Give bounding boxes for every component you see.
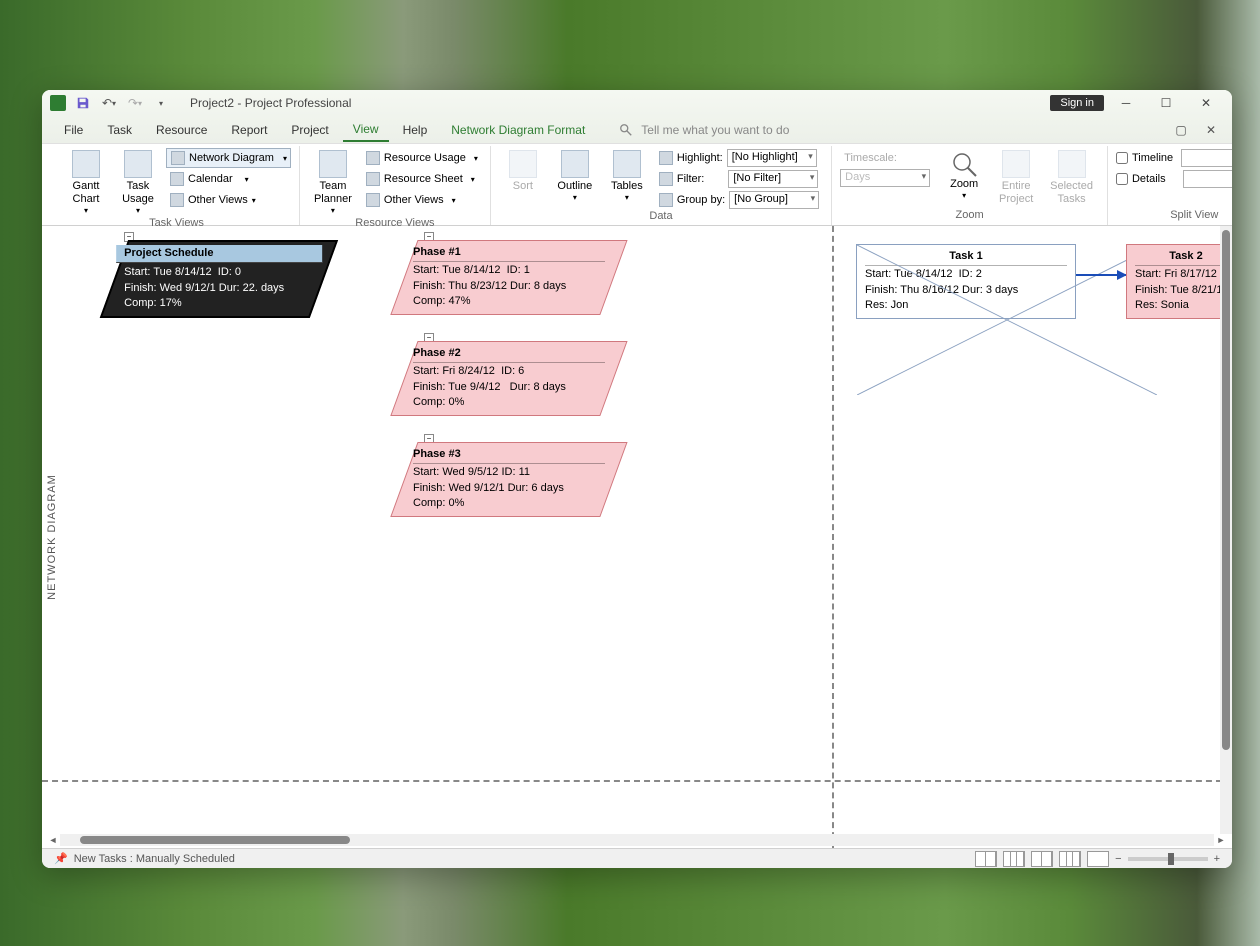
redo-button[interactable]: ↷▾ (126, 94, 144, 112)
app-name: Project Professional (245, 96, 352, 110)
menu-network-diagram-format[interactable]: Network Diagram Format (441, 119, 595, 141)
zoom-icon (950, 150, 978, 178)
zoom-out[interactable]: − (1115, 853, 1121, 865)
menu-view[interactable]: View (343, 118, 389, 142)
selected-tasks-button: SelectedTasks (1044, 148, 1099, 208)
app-window: ↶▾ ↷▾ ▾ Project2 - Project Professional … (42, 90, 1232, 868)
ribbon-label-split-view: Split View (1116, 209, 1232, 223)
node-title: Project Schedule (116, 245, 322, 263)
node-title: Task 2 (1135, 249, 1232, 266)
other-views-button[interactable]: Other Views▾ (166, 190, 291, 210)
filter-dropdown[interactable]: [No Filter] (728, 170, 818, 188)
document-title: Project2 (190, 96, 234, 110)
hscroll-thumb[interactable] (80, 836, 350, 844)
details-dropdown (1183, 170, 1232, 188)
maximize-button[interactable]: ☐ (1148, 90, 1184, 116)
signin-button[interactable]: Sign in (1050, 95, 1104, 111)
menu-resource[interactable]: Resource (146, 119, 217, 141)
ribbon-group-split-view: Timeline Details Split View (1108, 146, 1232, 225)
node-project-schedule[interactable]: − Project Schedule Start: Tue 8/14/12 ID… (114, 240, 324, 318)
resource-sheet-button[interactable]: Resource Sheet▾ (362, 169, 482, 189)
node-title: Phase #1 (413, 245, 605, 262)
task-usage-button[interactable]: TaskUsage▾ (114, 148, 162, 217)
app-icon (50, 95, 66, 111)
undo-button[interactable]: ↶▾ (100, 94, 118, 112)
highlight-row: Highlight:[No Highlight] (655, 148, 823, 168)
gantt-chart-button[interactable]: GanttChart▾ (62, 148, 110, 217)
node-phase-1[interactable]: − Phase #1 Start: Tue 8/14/12 ID: 1 Fini… (404, 240, 614, 315)
dependency-arrow (1076, 274, 1126, 276)
tables-button[interactable]: Tables▾ (603, 148, 651, 204)
menu-project[interactable]: Project (281, 119, 338, 141)
timeline-dropdown (1181, 149, 1232, 167)
timeline-checkbox[interactable] (1116, 152, 1128, 164)
menu-report[interactable]: Report (221, 119, 277, 141)
network-diagram-dropdown[interactable]: Network Diagram▾ (166, 148, 291, 168)
node-phase-3[interactable]: − Phase #3 Start: Wed 9/5/12 ID: 11 Fini… (404, 442, 614, 517)
view-btn-3[interactable] (1031, 851, 1053, 867)
pin-icon: 📌 (54, 852, 68, 865)
menu-help[interactable]: Help (393, 119, 438, 141)
qat-customize[interactable]: ▾ (152, 94, 170, 112)
ribbon-group-zoom: Timescale: Days Zoom▾ EntireProject Sele… (832, 146, 1108, 225)
close-doc-button[interactable]: ✕ (1202, 121, 1220, 139)
zoom-slider[interactable] (1128, 857, 1208, 861)
resource-usage-button[interactable]: Resource Usage▾ (362, 148, 482, 168)
details-checkbox[interactable] (1116, 173, 1128, 185)
timeline-checkbox-row[interactable]: Timeline (1116, 148, 1232, 168)
hscroll-right[interactable]: ► (1214, 834, 1228, 846)
view-btn-2[interactable] (1003, 851, 1025, 867)
view-btn-5[interactable] (1087, 851, 1109, 867)
node-title: Phase #2 (413, 346, 605, 363)
titlebar: ↶▾ ↷▾ ▾ Project2 - Project Professional … (42, 90, 1232, 116)
ribbon-group-task-views: GanttChart▾ TaskUsage▾ Network Diagram▾ … (54, 146, 300, 225)
node-title: Task 1 (865, 249, 1067, 266)
ribbon-display-button[interactable]: ▢ (1172, 121, 1190, 139)
outline-button[interactable]: Outline▾ (551, 148, 599, 204)
view-btn-4[interactable] (1059, 851, 1081, 867)
group-row: Group by:[No Group] (655, 190, 823, 210)
node-phase-2[interactable]: − Phase #2 Start: Fri 8/24/12 ID: 6 Fini… (404, 341, 614, 416)
filter-row: Filter:[No Filter] (655, 169, 823, 189)
network-diagram-canvas[interactable]: NETWORK DIAGRAM − Project Schedule Start… (42, 226, 1232, 848)
ribbon-label-data: Data (499, 210, 823, 224)
timescale-label: Timescale: (840, 148, 930, 168)
statusbar: 📌 New Tasks : Manually Scheduled − + (42, 848, 1232, 868)
highlight-dropdown[interactable]: [No Highlight] (727, 149, 817, 167)
menu-task[interactable]: Task (97, 119, 142, 141)
search-icon (619, 123, 633, 137)
save-button[interactable] (74, 94, 92, 112)
status-text: New Tasks : Manually Scheduled (74, 853, 235, 865)
ribbon-group-resource-views: TeamPlanner▾ Resource Usage▾ Resource Sh… (300, 146, 491, 225)
hscroll-left[interactable]: ◄ (46, 834, 60, 846)
node-task-2[interactable]: Task 2 Start: Fri 8/17/12 Finish: Tue 8/… (1126, 244, 1232, 319)
timescale-dropdown: Days (840, 169, 930, 187)
calendar-button[interactable]: Calendar▾ (166, 169, 291, 189)
menu-file[interactable]: File (54, 119, 93, 141)
ribbon-group-data: Sort Outline▾ Tables▾ Highlight:[No High… (491, 146, 832, 225)
search-input[interactable]: Tell me what you want to do (641, 123, 789, 137)
zoom-button[interactable]: Zoom▾ (940, 148, 988, 202)
ribbon: GanttChart▾ TaskUsage▾ Network Diagram▾ … (42, 144, 1232, 226)
vscroll-thumb[interactable] (1222, 230, 1230, 750)
sort-button: Sort (499, 148, 547, 195)
zoom-in[interactable]: + (1214, 853, 1220, 865)
node-title: Phase #3 (413, 447, 605, 464)
details-checkbox-row[interactable]: Details (1116, 169, 1232, 189)
close-button[interactable]: ✕ (1188, 90, 1224, 116)
other-resource-views-button[interactable]: Other Views▾ (362, 190, 482, 210)
entire-project-button: EntireProject (992, 148, 1040, 208)
horizontal-scrollbar[interactable]: ◄ ► (60, 834, 1214, 846)
ribbon-label-zoom: Zoom (840, 209, 1099, 223)
node-task-1[interactable]: Task 1 Start: Tue 8/14/12 ID: 2 Finish: … (856, 244, 1076, 319)
view-btn-1[interactable] (975, 851, 997, 867)
minimize-button[interactable]: ─ (1108, 90, 1144, 116)
group-dropdown[interactable]: [No Group] (729, 191, 819, 209)
team-planner-button[interactable]: TeamPlanner▾ (308, 148, 358, 217)
menubar: File Task Resource Report Project View H… (42, 116, 1232, 144)
vertical-scrollbar[interactable] (1220, 226, 1232, 834)
